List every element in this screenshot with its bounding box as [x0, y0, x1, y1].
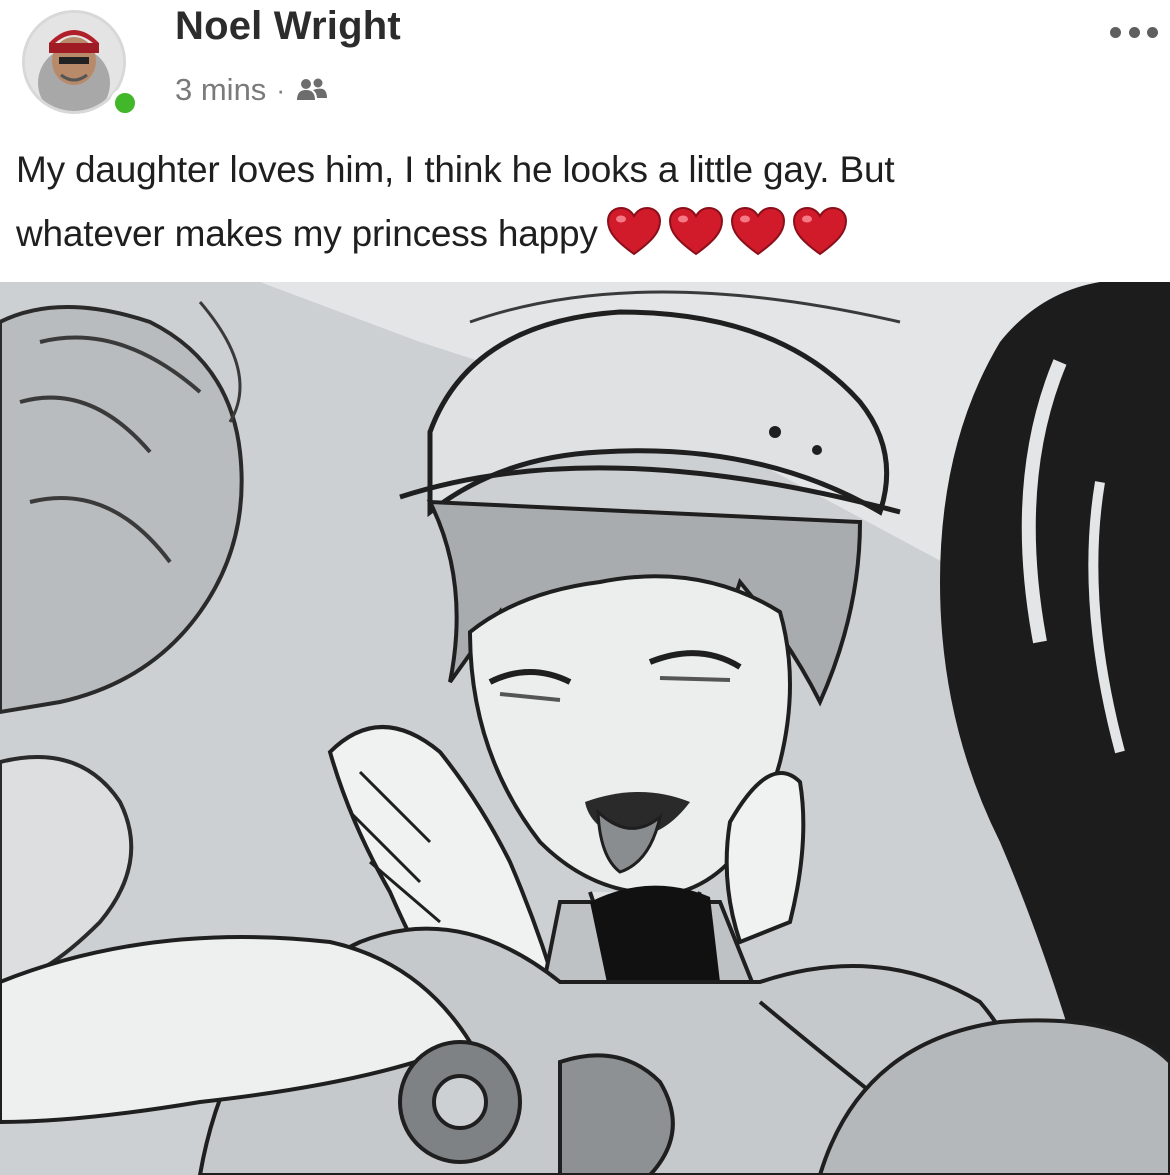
author-name[interactable]: Noel Wright [175, 4, 401, 49]
red-heart-icon [606, 207, 661, 256]
avatar-photo [25, 13, 123, 111]
red-heart-icon [792, 207, 847, 256]
post-text-line-2-text: whatever makes my princess happy [16, 213, 598, 254]
heart-emojis [606, 207, 848, 257]
friends-icon[interactable] [295, 76, 329, 104]
meta-separator: · [276, 74, 285, 105]
post-header: Noel Wright 3 mins · [0, 0, 1170, 120]
post-text-line-2: whatever makes my princess happy [16, 202, 1161, 266]
more-dot-icon [1128, 26, 1140, 38]
post-timestamp[interactable]: 3 mins [175, 72, 266, 108]
red-heart-icon [668, 207, 723, 256]
post-text-line-1: My daughter loves him, I think he looks … [16, 149, 895, 190]
profile-avatar[interactable] [22, 10, 150, 118]
red-heart-icon [730, 207, 785, 256]
more-options-button[interactable] [1110, 22, 1158, 42]
post-image[interactable] [0, 282, 1170, 1175]
more-dot-icon [1110, 26, 1121, 38]
post-meta: 3 mins · [175, 70, 329, 110]
online-status-dot [110, 88, 140, 118]
post-text: My daughter loves him, I think he looks … [16, 138, 1161, 266]
more-dot-icon [1147, 26, 1158, 38]
manga-illustration [0, 282, 1170, 1175]
facebook-post: Noel Wright 3 mins · My daughter loves h… [0, 0, 1170, 1175]
